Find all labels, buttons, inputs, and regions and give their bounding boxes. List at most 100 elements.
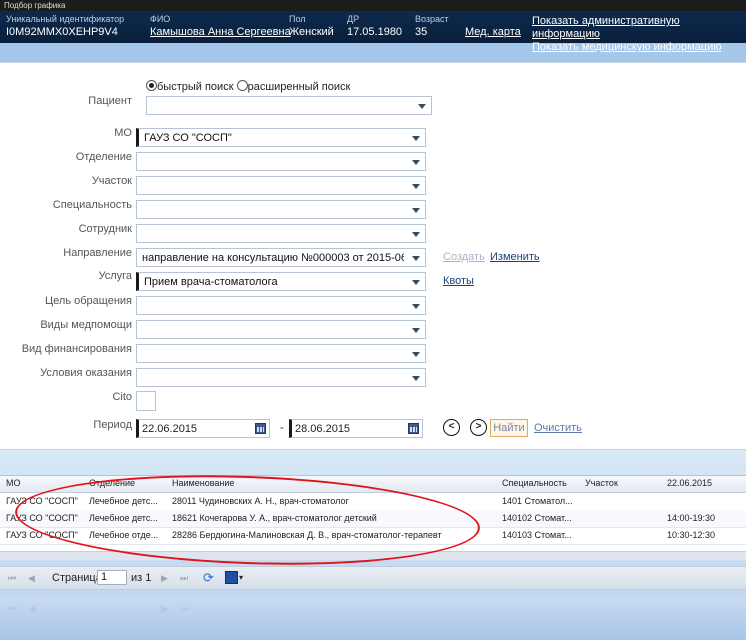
period-dash: -	[280, 422, 284, 434]
last-page-icon[interactable]: ⏭	[180, 604, 189, 615]
table-row[interactable]: ГАУЗ СО "СОСП" Лечебное детс... 18621 Ко…	[0, 510, 746, 528]
column-header-area[interactable]: Участок	[585, 478, 618, 488]
period-label: Период	[93, 419, 132, 431]
next-page-icon[interactable]: ▶	[161, 573, 168, 584]
med-card-link[interactable]: Мед. карта	[465, 25, 521, 39]
quick-search-radio[interactable]	[146, 80, 157, 91]
chevron-down-icon[interactable]	[412, 304, 420, 309]
department-combo[interactable]	[136, 152, 426, 171]
cell-mo: ГАУЗ СО "СОСП"	[6, 530, 78, 540]
service-combo[interactable]: Прием врача-стоматолога	[136, 272, 426, 291]
prev-period-button[interactable]: <	[443, 419, 460, 436]
aid-type-combo[interactable]	[136, 320, 426, 339]
area-combo[interactable]	[136, 176, 426, 195]
patient-label: Пациент	[88, 95, 132, 107]
cell-mo: ГАУЗ СО "СОСП"	[6, 496, 78, 506]
chevron-down-icon[interactable]	[412, 208, 420, 213]
chevron-down-icon[interactable]	[412, 136, 420, 141]
mo-combo-value: ГАУЗ СО "СОСП"	[144, 132, 232, 144]
cito-label: Cito	[112, 391, 132, 403]
column-header-mo[interactable]: МО	[6, 478, 21, 488]
med-card-block: Мед. карта	[465, 25, 521, 39]
service-combo-value: Прием врача-стоматолога	[144, 276, 278, 288]
chevron-down-icon[interactable]	[412, 376, 420, 381]
cell-specialty: 140103 Стомат...	[502, 530, 572, 540]
patient-dob-label: ДР	[347, 14, 360, 24]
chevron-down-icon[interactable]	[412, 160, 420, 165]
table-row[interactable]: ГАУЗ СО "СОСП" Лечебное отде... 28286 Бе…	[0, 527, 746, 545]
admin-info-link[interactable]: Показать административную информацию	[532, 15, 746, 41]
advanced-search-label: расширенный поиск	[247, 81, 351, 93]
conditions-label: Условия оказания	[40, 367, 132, 379]
patient-fio-block: ФИО Камышова Анна Сергеевна	[150, 14, 291, 39]
results-grid: МО Отделение Наименование Специальность …	[0, 475, 746, 552]
patient-id-value: I0M92MMX0XEHP9V4	[6, 26, 118, 38]
area-label: Участок	[91, 175, 132, 187]
prev-page-icon[interactable]: ◀	[28, 604, 36, 615]
next-page-icon[interactable]: ▶	[161, 604, 169, 615]
mo-combo[interactable]: ГАУЗ СО "СОСП"	[136, 128, 426, 147]
staff-combo[interactable]	[136, 224, 426, 243]
financing-combo[interactable]	[136, 344, 426, 363]
date-from-field[interactable]: 22.06.2015	[136, 419, 270, 438]
find-button[interactable]: Найти	[490, 419, 528, 437]
page-label: Страница	[52, 572, 102, 584]
patient-id-block: Уникальный идентификатор I0M92MMX0XEHP9V…	[6, 14, 124, 39]
chevron-down-icon[interactable]	[412, 280, 420, 285]
bottom-toolbar: ⏮ ◀ ▶ ⏭	[0, 596, 746, 640]
window-title: Подбор графика	[0, 0, 746, 11]
create-link[interactable]: Создать	[443, 251, 485, 263]
page-input[interactable]: 1	[97, 570, 127, 585]
cell-time[interactable]: 10:30-12:30	[667, 530, 715, 540]
search-form: быстрый поиск расширенный поиск Пациент …	[0, 62, 746, 450]
page-of-label: из 1	[131, 572, 152, 584]
purpose-combo[interactable]	[136, 296, 426, 315]
quotas-link[interactable]: Квоты	[443, 275, 474, 287]
chevron-down-icon[interactable]	[412, 184, 420, 189]
patient-sex-value: Женский	[289, 26, 334, 38]
last-page-icon[interactable]: ⏭	[180, 573, 188, 584]
chevron-down-icon[interactable]	[412, 352, 420, 357]
edit-link[interactable]: Изменить	[490, 251, 540, 263]
advanced-search-radio[interactable]	[236, 80, 248, 91]
med-info-link[interactable]: Показать медицинскую информацию	[532, 41, 746, 54]
chevron-down-icon[interactable]: ▾	[239, 573, 243, 582]
direction-combo[interactable]: направление на консультацию №000003 от 2…	[136, 248, 426, 267]
specialty-combo[interactable]	[136, 200, 426, 219]
prev-page-icon[interactable]: ◀	[28, 573, 35, 584]
first-page-icon[interactable]: ⏮	[8, 604, 17, 615]
chevron-down-icon[interactable]	[412, 256, 420, 261]
patient-combo[interactable]	[146, 96, 432, 115]
refresh-icon[interactable]: ⟳	[203, 570, 214, 586]
save-icon[interactable]	[225, 571, 238, 584]
table-row[interactable]: ГАУЗ СО "СОСП" Лечебное детс... 28011 Чу…	[0, 493, 746, 511]
conditions-combo[interactable]	[136, 368, 426, 387]
patient-fio-link[interactable]: Камышова Анна Сергеевна	[150, 25, 291, 39]
chevron-down-icon[interactable]	[418, 104, 426, 109]
calendar-icon[interactable]	[255, 423, 266, 434]
cell-dept: Лечебное отде...	[89, 530, 159, 540]
cell-name: 18621 Кочегарова У. А., врач-стоматолог …	[172, 513, 377, 523]
calendar-icon[interactable]	[408, 423, 419, 434]
specialty-label: Специальность	[52, 199, 132, 211]
cell-time[interactable]: 14:00-19:30	[667, 513, 715, 523]
quick-search-label: быстрый поиск	[157, 81, 234, 93]
service-label: Услуга	[98, 270, 132, 282]
cell-mo: ГАУЗ СО "СОСП"	[6, 513, 78, 523]
column-header-specialty[interactable]: Специальность	[502, 478, 567, 488]
cell-name: 28286 Бердюгина-Малиновская Д. В., врач-…	[172, 530, 442, 540]
chevron-down-icon[interactable]	[412, 232, 420, 237]
info-links: Показать административную информацию Пок…	[532, 15, 746, 54]
next-period-button[interactable]: >	[470, 419, 487, 436]
horizontal-scrollbar[interactable]	[0, 551, 746, 560]
patient-id-label: Уникальный идентификатор	[6, 14, 125, 24]
column-header-name[interactable]: Наименование	[172, 478, 234, 488]
date-to-field[interactable]: 28.06.2015	[289, 419, 423, 438]
column-header-date[interactable]: 22.06.2015	[667, 478, 712, 488]
chevron-down-icon[interactable]	[412, 328, 420, 333]
clear-link[interactable]: Очистить	[534, 422, 582, 434]
cito-checkbox[interactable]	[136, 391, 156, 411]
first-page-icon[interactable]: ⏮	[8, 573, 16, 584]
column-header-dept[interactable]: Отделение	[89, 478, 135, 488]
search-mode: быстрый поиск расширенный поиск	[146, 80, 350, 93]
